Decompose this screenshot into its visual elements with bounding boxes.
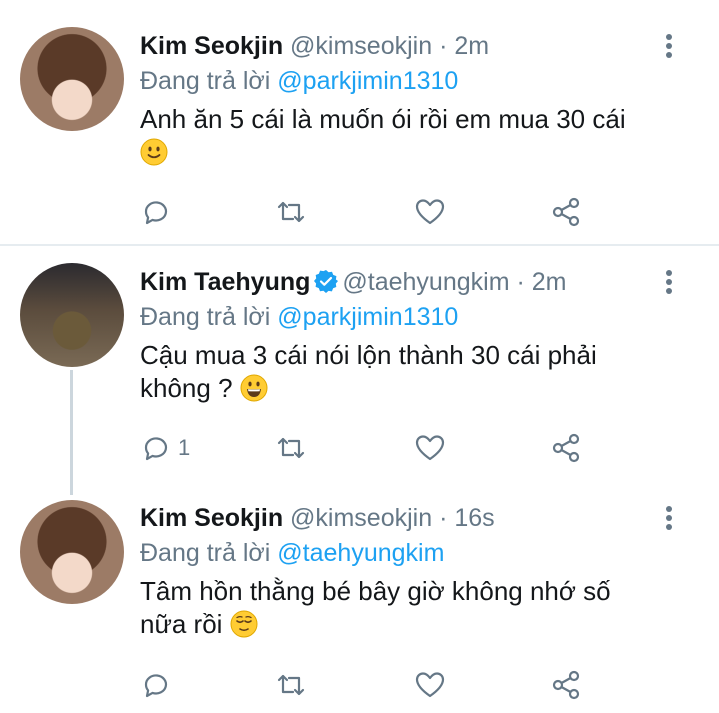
avatar[interactable] bbox=[20, 263, 124, 367]
grinning-face-icon bbox=[240, 374, 268, 402]
reply-button[interactable]: 1 bbox=[140, 431, 190, 465]
author-name[interactable]: Kim Seokjin bbox=[140, 504, 283, 532]
tweet-text-body: Tâm hồn thằng bé bây giờ không nhớ số nữ… bbox=[140, 576, 611, 639]
verified-badge-icon bbox=[314, 270, 339, 293]
retweet-button[interactable] bbox=[275, 431, 307, 465]
reply-icon bbox=[144, 674, 168, 698]
heart-icon bbox=[415, 435, 445, 461]
more-options-icon[interactable] bbox=[665, 505, 673, 531]
reply-prefix: Đang trả lời bbox=[140, 303, 271, 331]
tweet-text: Tâm hồn thằng bé bây giờ không nhớ số nữ… bbox=[140, 575, 660, 641]
tweet-header: Kim Taehyung @taehyungkim · 2m bbox=[140, 266, 699, 298]
reply-mention[interactable]: @parkjimin1310 bbox=[277, 67, 458, 95]
retweet-icon bbox=[277, 201, 305, 223]
reply-prefix: Đang trả lời bbox=[140, 539, 271, 567]
heart-icon bbox=[415, 672, 445, 698]
reply-mention[interactable]: @parkjimin1310 bbox=[277, 303, 458, 331]
timestamp[interactable]: 2m bbox=[454, 32, 489, 60]
heart-icon bbox=[415, 199, 445, 225]
share-icon bbox=[552, 433, 580, 463]
tweet-text-body: Cậu mua 3 cái nói lộn thành 30 cái phải … bbox=[140, 340, 597, 403]
retweet-icon bbox=[277, 674, 305, 696]
author-name[interactable]: Kim Seokjin bbox=[140, 32, 283, 60]
share-button[interactable] bbox=[550, 431, 582, 465]
retweet-button[interactable] bbox=[275, 195, 307, 229]
tweet-text: Cậu mua 3 cái nói lộn thành 30 cái phải … bbox=[140, 339, 660, 405]
like-button[interactable] bbox=[414, 431, 446, 465]
more-options-icon[interactable] bbox=[665, 33, 673, 59]
tweet-actions: 1 bbox=[140, 431, 610, 465]
reply-count: 1 bbox=[178, 435, 191, 460]
separator: · bbox=[509, 268, 532, 296]
timestamp[interactable]: 16s bbox=[454, 504, 494, 532]
tweet-3[interactable]: Kim Seokjin @kimseokjin · 16s Đang trả l… bbox=[0, 484, 719, 713]
retweet-button[interactable] bbox=[275, 668, 307, 702]
relieved-face-icon bbox=[230, 610, 258, 638]
reply-button[interactable] bbox=[140, 668, 178, 702]
tweet-2[interactable]: Kim Taehyung @taehyungkim · 2m Đang trả l… bbox=[0, 246, 719, 484]
author-handle[interactable]: @kimseokjin bbox=[290, 32, 432, 60]
tweet-header: Kim Seokjin @kimseokjin · 2m bbox=[140, 30, 699, 62]
reply-context: Đang trả lời @taehyungkim bbox=[140, 537, 699, 569]
tweet-actions bbox=[140, 668, 610, 702]
separator: · bbox=[432, 504, 455, 532]
share-icon bbox=[552, 197, 580, 227]
author-handle[interactable]: @kimseokjin bbox=[290, 504, 432, 532]
thread-connector-line bbox=[70, 370, 73, 495]
share-button[interactable] bbox=[550, 668, 582, 702]
retweet-icon bbox=[277, 437, 305, 459]
reply-icon bbox=[144, 437, 168, 461]
avatar[interactable] bbox=[20, 27, 124, 131]
tweet-header: Kim Seokjin @kimseokjin · 16s bbox=[140, 502, 699, 534]
slightly-smiling-face-icon bbox=[140, 138, 168, 166]
reply-button[interactable] bbox=[140, 195, 178, 229]
separator: · bbox=[432, 32, 455, 60]
share-icon bbox=[552, 670, 580, 700]
reply-icon bbox=[144, 201, 168, 225]
share-button[interactable] bbox=[550, 195, 582, 229]
avatar[interactable] bbox=[20, 500, 124, 604]
like-button[interactable] bbox=[414, 195, 446, 229]
tweet-actions bbox=[140, 195, 610, 229]
more-options-icon[interactable] bbox=[665, 269, 673, 295]
reply-mention[interactable]: @taehyungkim bbox=[277, 539, 444, 567]
reply-context: Đang trả lời @parkjimin1310 bbox=[140, 301, 699, 333]
tweet-text: Anh ăn 5 cái là muốn ói rồi em mua 30 cá… bbox=[140, 103, 699, 169]
like-button[interactable] bbox=[414, 668, 446, 702]
tweet-text-body: Anh ăn 5 cái là muốn ói rồi em mua 30 cá… bbox=[140, 104, 626, 134]
author-name[interactable]: Kim Taehyung bbox=[140, 268, 310, 296]
tweet-1[interactable]: Kim Seokjin @kimseokjin · 2m Đang trả lờ… bbox=[0, 0, 719, 245]
reply-prefix: Đang trả lời bbox=[140, 67, 271, 95]
reply-context: Đang trả lời @parkjimin1310 bbox=[140, 65, 699, 97]
author-handle[interactable]: @taehyungkim bbox=[342, 268, 509, 296]
timestamp[interactable]: 2m bbox=[532, 268, 567, 296]
